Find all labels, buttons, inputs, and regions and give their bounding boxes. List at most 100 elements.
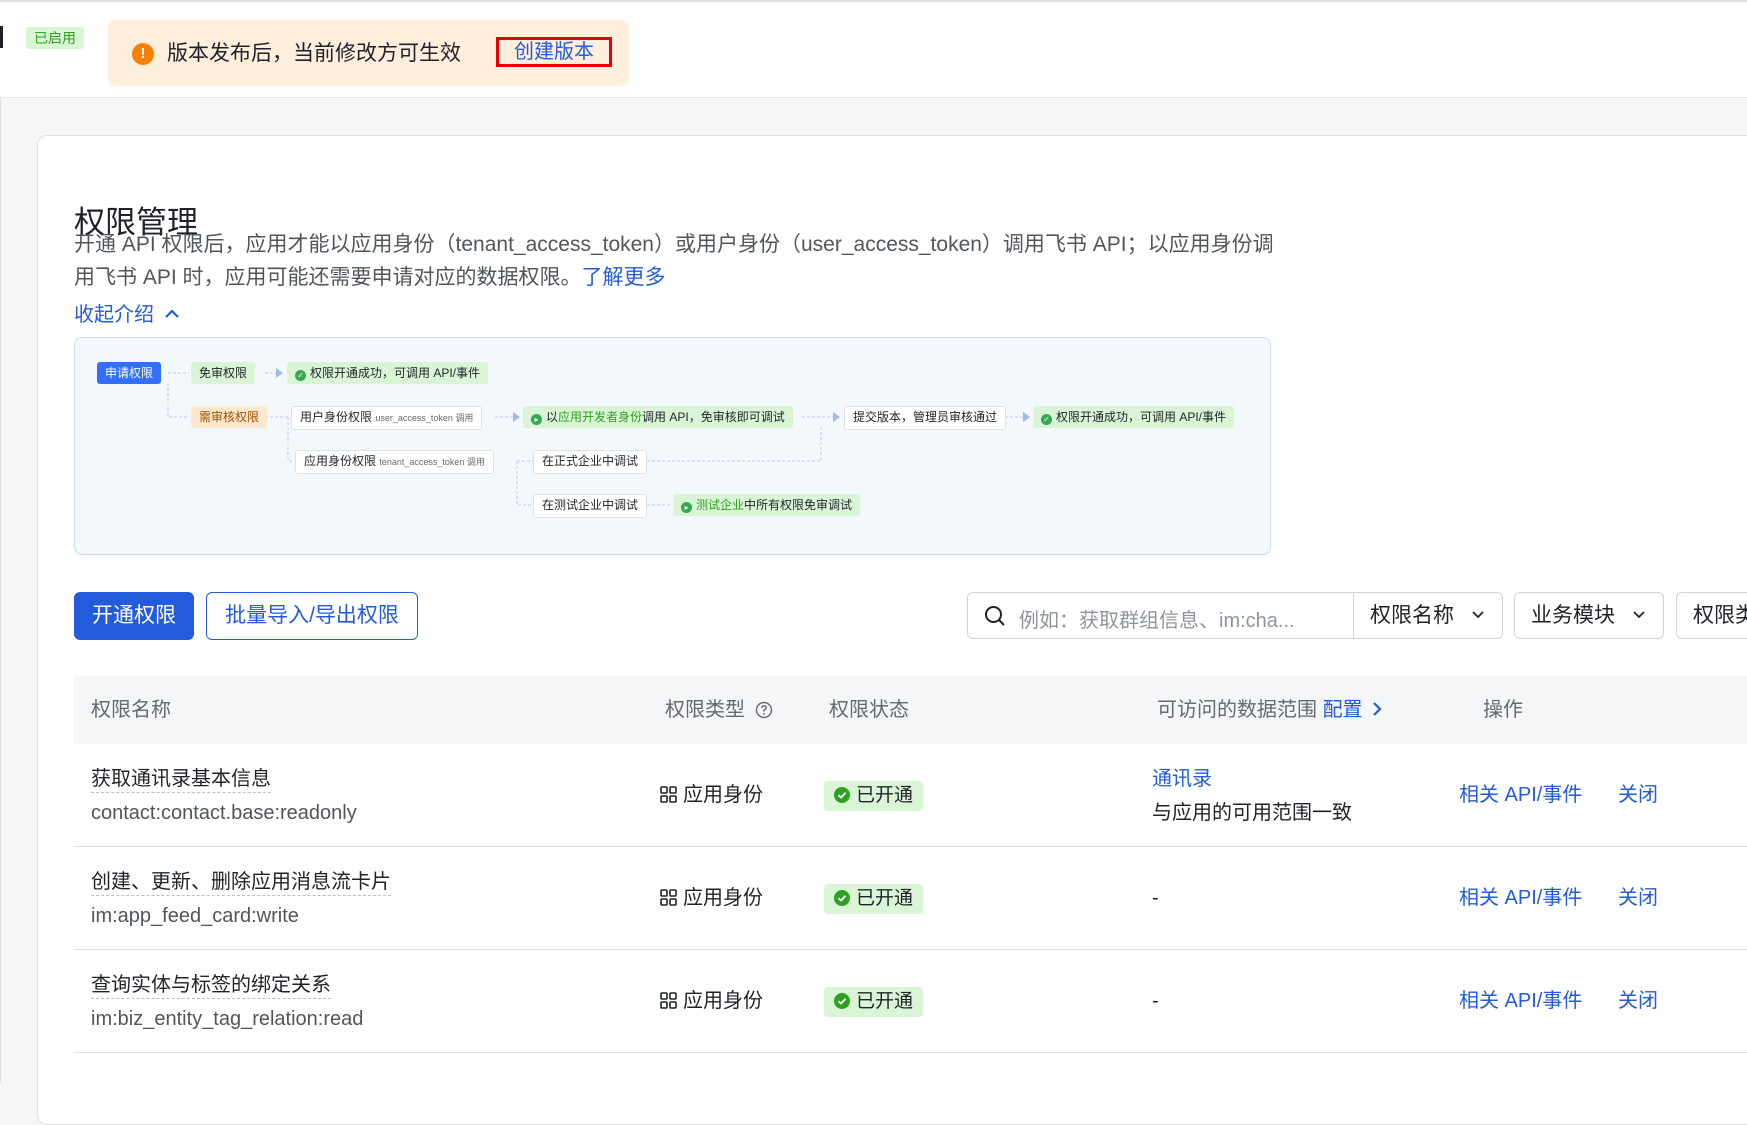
collapse-label: 收起介绍: [74, 304, 154, 326]
scope-contacts-link[interactable]: 通讯录: [1152, 766, 1212, 792]
permission-code: im:biz_entity_tag_relation:read: [91, 1008, 364, 1030]
test-debug-node: 在测试企业中调试: [533, 494, 648, 518]
status-badge: 已开通: [824, 781, 924, 811]
success-node-2: ✓ 权限开通成功，可调用 API/事件: [1033, 406, 1235, 428]
permission-type: 应用身份: [660, 884, 763, 912]
app-perm-label: 应用身份权限: [304, 454, 377, 468]
app-title-edge: [0, 26, 3, 48]
header-action: 操作: [1483, 699, 1523, 721]
dev-debug-node: ▸ 以应用开发者身份调用 API，免审核即可调试: [523, 406, 793, 428]
chevron-up-icon: [164, 309, 179, 318]
success-text-2: 权限开通成功，可调用 API/事件: [1056, 410, 1227, 424]
filter-permission-name[interactable]: 权限名称: [1353, 592, 1503, 639]
search-input[interactable]: 例如：获取群组信息、im:cha...: [1019, 604, 1295, 633]
table-header: 权限名称 权限类型 权限状态 可访问的数据范围 配置 操作: [74, 676, 1747, 744]
scope-text: -: [1152, 887, 1159, 909]
chevron-down-icon: [1633, 611, 1645, 619]
tenant-token-label: tenant_access_token 调用: [379, 457, 485, 467]
check-circle-icon: ✓: [1041, 414, 1052, 425]
app-grid-icon: [660, 992, 677, 1009]
dev-prefix: 以: [546, 410, 559, 424]
app-grid-icon: [660, 889, 677, 906]
permission-type: 应用身份: [660, 987, 763, 1015]
success-node-1: ✓ 权限开通成功，可调用 API/事件: [287, 362, 489, 384]
permission-name: 获取通讯录基本信息: [91, 766, 271, 793]
enabled-status-badge: 已启用: [26, 27, 84, 49]
learn-more-link[interactable]: 了解更多: [582, 266, 666, 289]
permission-flow-diagram: 申请权限 免审权限 ✓ 权限开通成功，可调用 API/事件 需审核权限 用户身份权…: [74, 337, 1271, 555]
success-text-1: 权限开通成功，可调用 API/事件: [310, 366, 481, 380]
check-circle-icon: ✓: [295, 370, 306, 381]
submit-version-node: 提交版本，管理员审核通过: [844, 406, 1007, 430]
header-status: 权限状态: [829, 699, 909, 721]
user-token-label: user_access_token 调用: [375, 413, 474, 423]
status-label: 已开通: [856, 991, 914, 1012]
notice-text: 版本发布后，当前修改方可生效: [167, 42, 461, 65]
permission-name: 创建、更新、删除应用消息流卡片: [91, 869, 391, 896]
test-all-node: ▸ 测试企业中所有权限免审调试: [673, 494, 861, 516]
intro-description: 开通 API 权限后，应用才能以应用身份（tenant_access_token…: [74, 233, 1274, 289]
close-permission-link[interactable]: 关闭: [1618, 987, 1658, 1015]
help-icon[interactable]: [755, 701, 773, 719]
header-scope-label: 可访问的数据范围: [1157, 699, 1317, 721]
scope-text: 与应用的可用范围一致: [1152, 802, 1352, 824]
app-grid-icon: [660, 786, 677, 803]
apply-permission-node: 申请权限: [97, 362, 162, 384]
status-label: 已开通: [856, 888, 914, 909]
formal-debug-node: 在正式企业中调试: [533, 450, 648, 474]
related-api-link[interactable]: 相关 API/事件: [1459, 884, 1582, 912]
search-box[interactable]: 例如：获取群组信息、im:cha...: [967, 592, 1354, 639]
permission-type-label: 应用身份: [683, 887, 763, 909]
header-type: 权限类型: [665, 676, 773, 744]
intro-text: 开通 API 权限后，应用才能以应用身份（tenant_access_token…: [74, 228, 1274, 294]
user-perm-label: 用户身份权限: [300, 410, 373, 424]
check-circle-icon: [834, 787, 850, 803]
release-notice: ! 版本发布后，当前修改方可生效 创建版本: [108, 20, 629, 86]
filter-business-module[interactable]: 业务模块: [1514, 592, 1664, 639]
header-type-label: 权限类型: [665, 699, 745, 721]
related-api-link[interactable]: 相关 API/事件: [1459, 987, 1582, 1015]
left-border: [0, 98, 1, 1083]
review-node: 需审核权限: [191, 406, 268, 428]
table-row: 创建、更新、删除应用消息流卡片 im:app_feed_card:write 应…: [74, 847, 1747, 950]
open-permission-button[interactable]: 开通权限: [74, 592, 194, 640]
permission-code: contact:contact.base:readonly: [91, 802, 357, 824]
search-icon: [985, 606, 1005, 626]
play-icon: ▸: [681, 502, 692, 513]
dev-highlight: 应用开发者身份: [558, 410, 643, 424]
check-circle-icon: [834, 993, 850, 1009]
chevron-down-icon: [1472, 611, 1484, 619]
permission-code: im:app_feed_card:write: [91, 905, 299, 927]
header-scope: 可访问的数据范围 配置: [1157, 676, 1383, 744]
top-bar: 已启用 ! 版本发布后，当前修改方可生效 创建版本: [0, 0, 1747, 98]
related-api-link[interactable]: 相关 API/事件: [1459, 781, 1582, 809]
scope-config-label: 配置: [1322, 699, 1363, 721]
filter-type-label: 权限类: [1693, 604, 1747, 627]
create-version-link[interactable]: 创建版本: [496, 37, 612, 67]
scope-text: -: [1152, 990, 1159, 1012]
permission-type-label: 应用身份: [683, 990, 763, 1012]
table-row: 获取通讯录基本信息 contact:contact.base:readonly …: [74, 744, 1747, 847]
status-badge: 已开通: [824, 987, 924, 1017]
dev-suffix: 调用 API，免审核即可调试: [642, 410, 785, 424]
status-label: 已开通: [856, 785, 914, 806]
play-icon: ▸: [531, 414, 542, 425]
no-review-node: 免审权限: [191, 362, 256, 384]
status-badge: 已开通: [824, 884, 924, 914]
test-suffix: 中所有权限免审调试: [744, 498, 853, 512]
table-row: 查询实体与标签的绑定关系 im:biz_entity_tag_relation:…: [74, 950, 1747, 1053]
collapse-intro-button[interactable]: 收起介绍: [74, 298, 180, 327]
user-perm-node: 用户身份权限 user_access_token 调用: [291, 406, 483, 430]
batch-import-export-button[interactable]: 批量导入/导出权限: [206, 592, 418, 640]
filter-name-label: 权限名称: [1370, 604, 1454, 627]
permission-type-label: 应用身份: [683, 784, 763, 806]
warning-icon: !: [132, 43, 154, 65]
chevron-right-icon: [1373, 702, 1382, 716]
close-permission-link[interactable]: 关闭: [1618, 781, 1658, 809]
filter-permission-type[interactable]: 权限类: [1676, 592, 1747, 639]
scope-config-link[interactable]: 配置: [1323, 699, 1384, 721]
test-highlight: 测试企业: [696, 498, 745, 512]
check-circle-icon: [834, 890, 850, 906]
close-permission-link[interactable]: 关闭: [1618, 884, 1658, 912]
permission-type: 应用身份: [660, 781, 763, 809]
